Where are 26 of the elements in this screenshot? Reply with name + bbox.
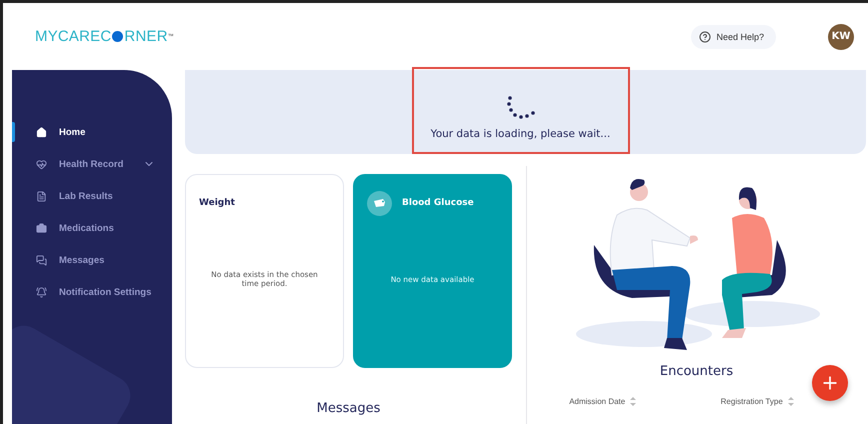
sidebar-item[interactable]: Notification Settings: [12, 276, 172, 308]
loading-spinner-icon: [504, 94, 536, 122]
medical-kit-icon: [36, 222, 47, 234]
glucose-meter-icon: [367, 190, 392, 216]
logo[interactable]: MYCAREC RNER$^{™}$: [35, 28, 174, 45]
sidebar-item[interactable]: Lab Results: [12, 180, 172, 212]
column-header[interactable]: Registration Type: [720, 397, 783, 406]
loading-message: Your data is loading, please wait...: [430, 128, 610, 140]
house-icon: [36, 126, 47, 138]
help-icon: [699, 30, 712, 42]
section-title: Messages: [316, 401, 382, 416]
column-header[interactable]: Admission Date: [569, 397, 626, 406]
sidebar-item[interactable]: Health Record: [12, 148, 172, 180]
heart-icon: [36, 158, 47, 170]
sidebar-item[interactable]: Messages: [12, 244, 172, 276]
sidebar-item[interactable]: Medications: [12, 212, 172, 244]
sidebar-item[interactable]: Home: [12, 116, 172, 148]
user-avatar[interactable]: KW: [828, 24, 854, 50]
help-button[interactable]: Need Help?: [691, 24, 776, 48]
chat-bubbles-icon: [36, 254, 47, 266]
card-title: Weight: [199, 198, 235, 208]
add-button[interactable]: [812, 365, 848, 401]
bell-icon: [36, 286, 47, 298]
document-icon: [36, 190, 47, 202]
section-title: Encounters: [660, 364, 734, 379]
card-title: Blood Glucose: [402, 198, 474, 208]
